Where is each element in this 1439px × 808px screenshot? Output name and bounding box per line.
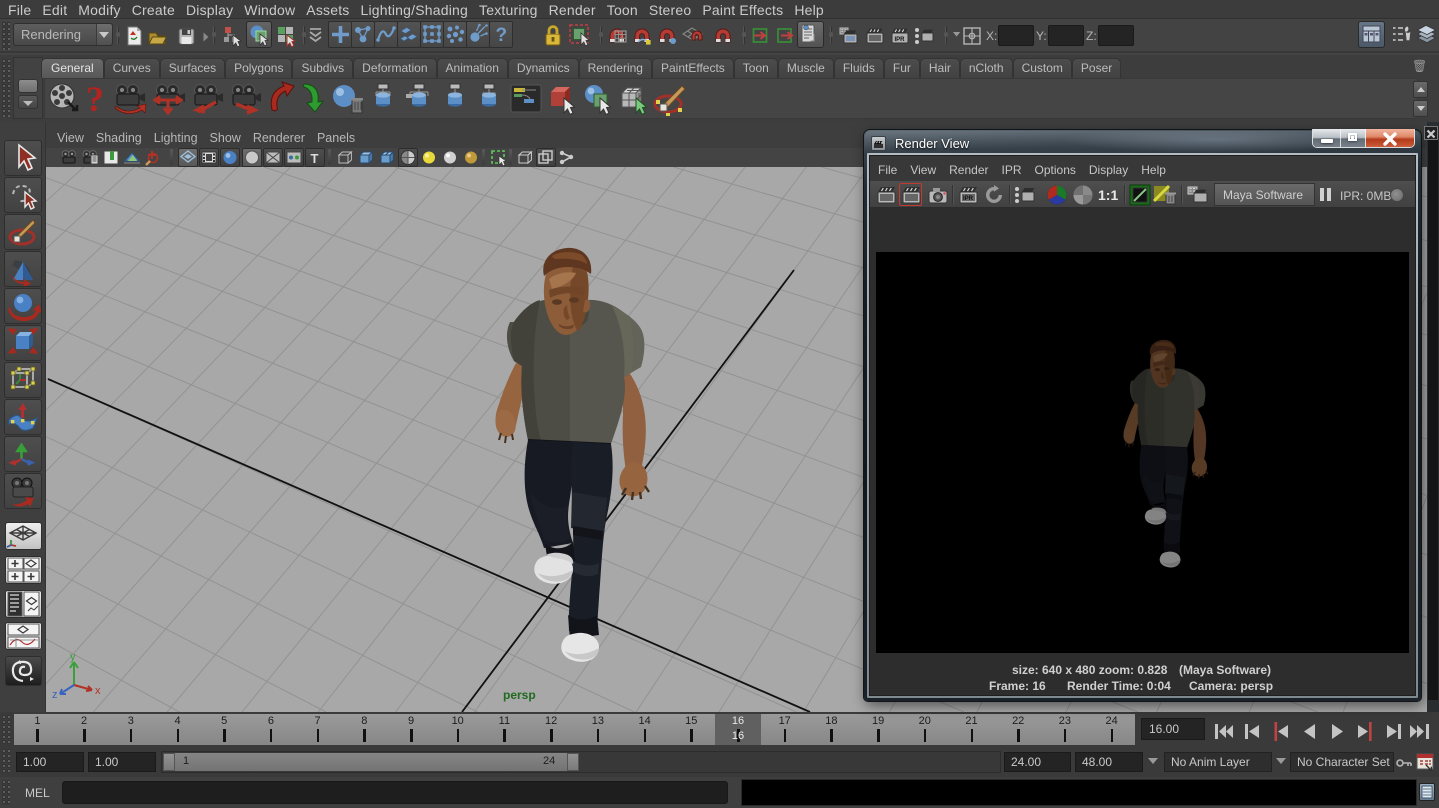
svg-text:T: T bbox=[311, 151, 319, 166]
svg-text:x: x bbox=[95, 685, 101, 697]
svg-text:y: y bbox=[70, 651, 76, 663]
svg-text:?: ? bbox=[496, 25, 508, 46]
svg-text:z: z bbox=[52, 689, 58, 701]
svg-text:IPR: IPR bbox=[895, 37, 906, 43]
